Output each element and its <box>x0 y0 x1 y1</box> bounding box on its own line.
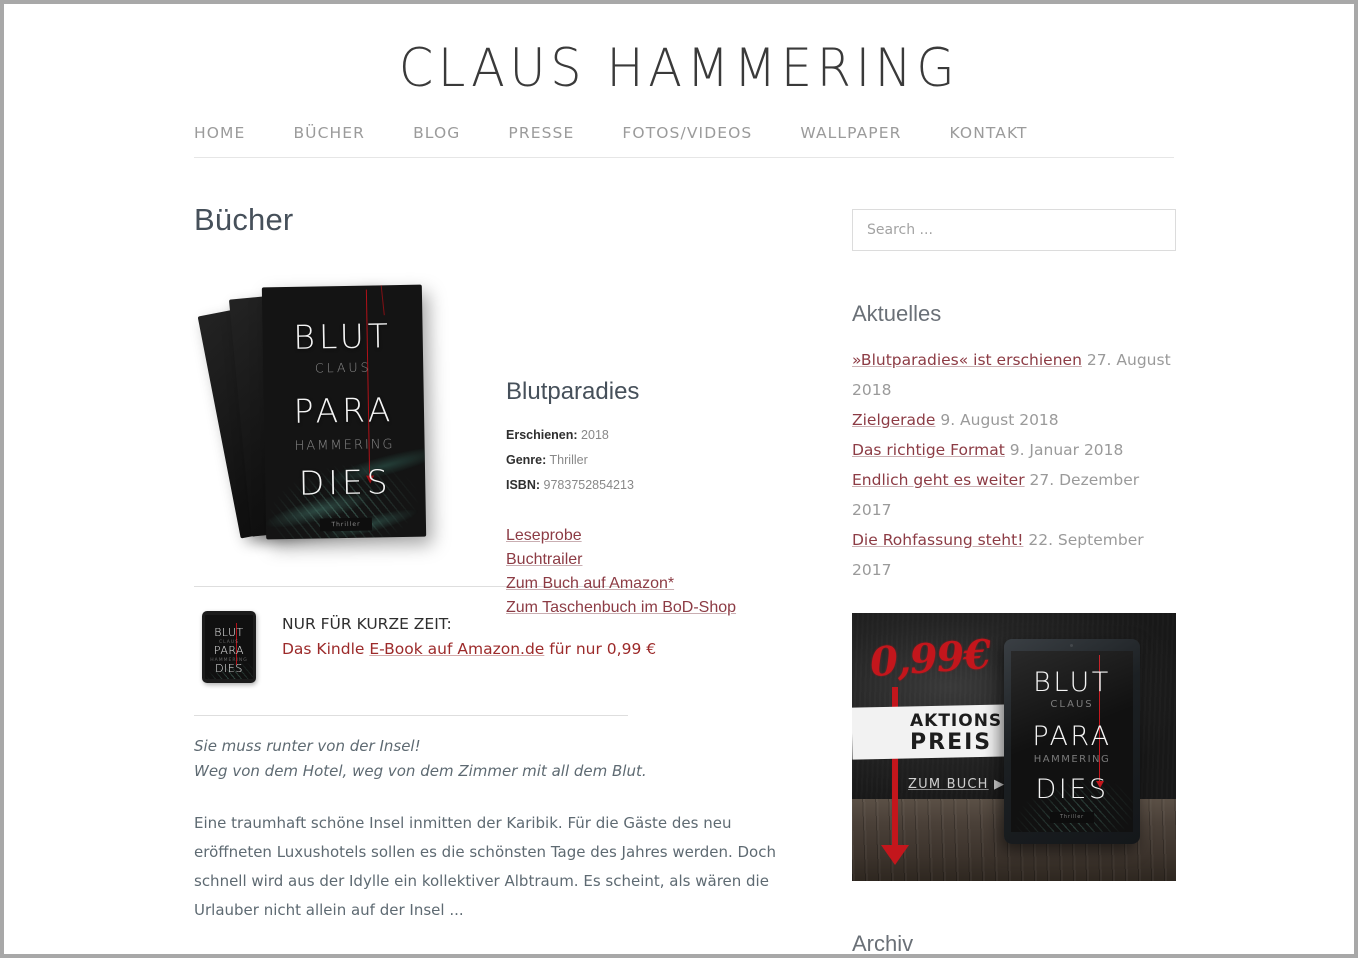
promo-cover-line-2: PARA <box>213 644 245 657</box>
meta-value-genre: Thriller <box>549 453 588 467</box>
promo-offer-link[interactable]: E-Book auf Amazon.de <box>369 640 544 658</box>
news-link[interactable]: Endlich geht es weiter <box>852 471 1025 489</box>
page-title: Bücher <box>194 202 294 237</box>
promo-cover-line-3: DIES <box>215 662 243 675</box>
nav-item-fotos-videos[interactable]: FOTOS/VIDEOS <box>622 124 800 142</box>
promo-offer-suffix: für nur 0,99 € <box>544 640 657 658</box>
book-cover-front: BLUT CLAUS PARA HAMMERING DIES Thriller <box>261 284 427 540</box>
main-navigation[interactable]: HOME BÜCHER BLOG PRESSE FOTOS/VIDEOS WAL… <box>194 124 1174 158</box>
nav-item-home[interactable]: HOME <box>194 124 293 142</box>
book-link-leseprobe[interactable]: Leseprobe <box>506 524 826 548</box>
nav-link-home[interactable]: HOME <box>194 124 269 142</box>
meta-value-isbn: 9783752854213 <box>543 478 634 492</box>
news-link[interactable]: »Blutparadies« ist erschienen <box>852 351 1082 369</box>
widget-archiv: Archiv August 2018 Januar 2018 Dezember … <box>852 931 1176 954</box>
book-link-amazon[interactable]: Zum Buch auf Amazon* <box>506 572 826 596</box>
cover-author-last: HAMMERING <box>294 437 395 454</box>
news-item: Die Rohfassung steht! 22. September 2017 <box>852 525 1176 585</box>
book-link-buchtrailer[interactable]: Buchtrailer <box>506 548 826 572</box>
book-details: Blutparadies Erschienen: 2018 Genre: Thr… <box>506 378 826 620</box>
banner-price-label: 0,99€ <box>868 630 992 687</box>
promo-thumbnail-screen: BLUT CLAUS PARA HAMMERING DIES <box>205 615 253 679</box>
news-link[interactable]: Zielgerade <box>852 411 935 429</box>
banner-tablet-device: BLUT CLAUS PARA HAMMERING DIES Thriller <box>1004 639 1140 844</box>
news-date: 9. August 2018 <box>940 411 1059 429</box>
promo-offer-prefix: Das Kindle <box>282 640 370 658</box>
promo-cover-line-1: BLUT <box>214 626 244 639</box>
browser-viewport: CLAUS HAMMERING HOME BÜCHER BLOG PRESSE … <box>0 0 1358 958</box>
news-item: Endlich geht es weiter 27. Dezember 2017 <box>852 465 1176 525</box>
search-input[interactable] <box>852 209 1176 251</box>
news-item: »Blutparadies« ist erschienen 27. August… <box>852 345 1176 405</box>
nav-link-buecher[interactable]: BÜCHER <box>293 124 389 142</box>
nav-link-wallpaper[interactable]: WALLPAPER <box>800 124 925 142</box>
cover-title-line-2: PARA <box>293 390 395 431</box>
nav-link-blog[interactable]: BLOG <box>413 124 484 142</box>
sidebar: Aktuelles »Blutparadies« ist erschienen … <box>852 209 1176 954</box>
widget-title-archiv: Archiv <box>852 931 914 954</box>
tablet-screen: BLUT CLAUS PARA HAMMERING DIES Thriller <box>1011 651 1133 832</box>
nav-divider <box>194 157 1174 158</box>
main-content: Bücher BLUT CLAUS PARA HAMMERING DIES Th… <box>194 202 824 925</box>
widget-title-aktuelles: Aktuelles <box>852 301 942 326</box>
blurb-italic-block: Sie muss runter von der Insel! Weg von d… <box>194 734 824 784</box>
nav-link-presse[interactable]: PRESSE <box>508 124 598 142</box>
promo-banner[interactable]: 0,99€ AKTIONS PREIS ZUM BUCH ▶ BLUT CLAU… <box>852 613 1176 881</box>
cover-author-first: CLAUS <box>314 359 372 376</box>
blurb-italic-line-1: Sie muss runter von der Insel! <box>194 737 421 755</box>
book-title: Blutparadies <box>506 378 640 405</box>
nav-item-kontakt[interactable]: KONTAKT <box>950 124 1076 142</box>
promo-strip: BLUT CLAUS PARA HAMMERING DIES NUR FÜR K… <box>194 605 824 715</box>
tablet-screen-glare <box>1011 651 1133 832</box>
cover-title-line-3: DIES <box>298 462 393 503</box>
promo-offer-line[interactable]: Das Kindle E-Book auf Amazon.de für nur … <box>282 640 802 658</box>
widget-aktuelles: Aktuelles »Blutparadies« ist erschienen … <box>852 301 1176 585</box>
cover-red-line-secondary <box>380 284 385 316</box>
meta-label-genre: Genre: <box>506 453 547 467</box>
meta-value-erschienen: 2018 <box>581 428 609 442</box>
promo-headline: NUR FÜR KURZE ZEIT: <box>282 615 452 633</box>
book-entry: BLUT CLAUS PARA HAMMERING DIES Thriller … <box>194 284 824 616</box>
news-link[interactable]: Die Rohfassung steht! <box>852 531 1023 549</box>
site-title: CLAUS HAMMERING <box>398 38 960 99</box>
book-meta-isbn: ISBN: 9783752854213 <box>506 478 826 492</box>
news-date: 9. Januar 2018 <box>1009 441 1124 459</box>
book-cover-image[interactable]: BLUT CLAUS PARA HAMMERING DIES Thriller <box>197 284 457 551</box>
book-blurb: Sie muss runter von der Insel! Weg von d… <box>194 734 824 925</box>
promo-text-block: NUR FÜR KURZE ZEIT: Das Kindle E-Book au… <box>282 615 802 658</box>
promo-tablet-thumbnail[interactable]: BLUT CLAUS PARA HAMMERING DIES <box>202 611 256 683</box>
blurb-paragraph: Eine traumhaft schöne Insel inmitten der… <box>194 814 776 919</box>
book-meta-erschienen: Erschienen: 2018 <box>506 428 826 442</box>
banner-cta[interactable]: ZUM BUCH ▶ <box>908 777 1005 792</box>
banner-band-line-2: PREIS <box>910 730 993 755</box>
book-cover-stack: BLUT CLAUS PARA HAMMERING DIES Thriller <box>197 284 457 551</box>
cover-genre-tag: Thriller <box>319 517 373 532</box>
nav-item-presse[interactable]: PRESSE <box>508 124 622 142</box>
nav-item-wallpaper[interactable]: WALLPAPER <box>800 124 949 142</box>
news-list: »Blutparadies« ist erschienen 27. August… <box>852 345 1176 585</box>
site-header: CLAUS HAMMERING <box>4 4 1354 99</box>
tablet-camera-icon <box>1070 644 1073 647</box>
nav-link-fotos-videos[interactable]: FOTOS/VIDEOS <box>622 124 776 142</box>
content-divider-bottom <box>194 715 628 716</box>
banner-band-line-1: AKTIONS <box>910 711 1003 731</box>
blurb-italic-line-2: Weg von dem Hotel, weg von dem Zimmer mi… <box>194 762 647 780</box>
meta-label-isbn: ISBN: <box>506 478 541 492</box>
meta-label-erschienen: Erschienen: <box>506 428 578 442</box>
book-meta-genre: Genre: Thriller <box>506 453 826 467</box>
news-item: Zielgerade 9. August 2018 <box>852 405 1176 435</box>
nav-item-buecher[interactable]: BÜCHER <box>293 124 413 142</box>
cover-title-line-1: BLUT <box>293 316 393 357</box>
news-link[interactable]: Das richtige Format <box>852 441 1005 459</box>
banner-cta-label[interactable]: ZUM BUCH <box>908 777 989 792</box>
nav-link-kontakt[interactable]: KONTAKT <box>950 124 1052 142</box>
nav-item-blog[interactable]: BLOG <box>413 124 508 142</box>
page-root: CLAUS HAMMERING HOME BÜCHER BLOG PRESSE … <box>4 4 1354 954</box>
news-item: Das richtige Format 9. Januar 2018 <box>852 435 1176 465</box>
